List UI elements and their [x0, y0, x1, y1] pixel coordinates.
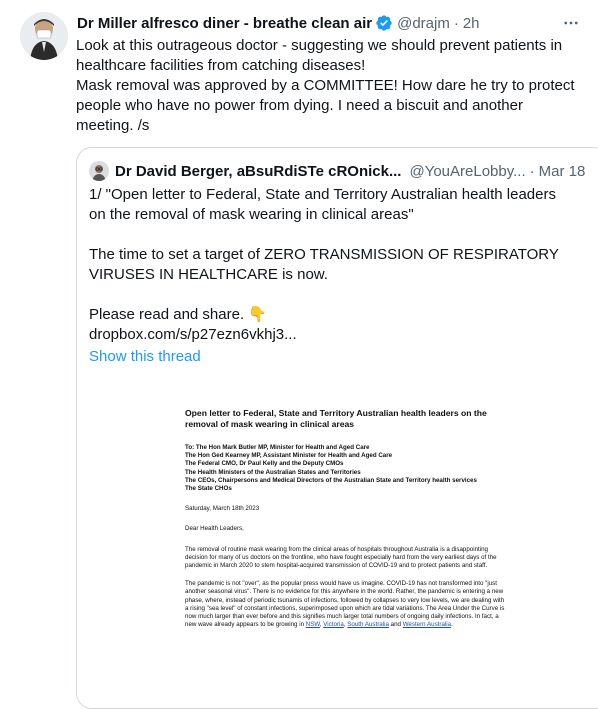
tweet-text: Look at this outrageous doctor - suggest…	[76, 36, 586, 136]
tweet-timestamp[interactable]: 2h	[463, 15, 480, 32]
tweet-text-line: meeting. /s	[76, 117, 150, 134]
recipient-line: The State CHOs	[185, 485, 232, 493]
recipient-line: The Federal CMO, Dr Paul Kelly and the D…	[185, 460, 344, 468]
quoted-header-separator: ·	[529, 162, 535, 180]
recipient-line: The CEOs, Chairpersons and Medical Direc…	[185, 476, 477, 484]
document-recipients: To: The Hon Mark Butler MP, Minister for…	[185, 444, 507, 493]
quoted-author-handle: @YouAreLobby...	[409, 162, 526, 180]
tweet[interactable]: Dr Miller alfresco diner - breathe clean…	[0, 0, 598, 709]
show-thread-link[interactable]: Show this thread	[89, 348, 201, 365]
more-horizontal-icon[interactable]	[560, 12, 582, 34]
document-link-victoria: Victoria	[323, 621, 344, 629]
author-display-name[interactable]: Dr Miller alfresco diner - breathe clean…	[77, 15, 372, 32]
document-link-south-australia: South Australia	[347, 621, 389, 629]
author-handle[interactable]: @drajm	[397, 15, 450, 32]
quoted-paragraph: 1/ "Open letter to Federal, State and Te…	[89, 186, 556, 223]
tweet-text-line: Mask removal was approved by a COMMITTEE…	[76, 77, 575, 94]
document-and-word: and	[390, 621, 401, 629]
document-title: Open letter to Federal, State and Territ…	[185, 408, 487, 429]
document-link-nsw: NSW	[305, 621, 320, 629]
document-paragraph: The removal of routine mask wearing from…	[185, 545, 497, 570]
verified-badge-icon	[375, 14, 393, 32]
author-avatar[interactable]	[20, 12, 68, 60]
recipient-line: The Health Ministers of the Australian S…	[185, 468, 361, 476]
tweet-text-line: healthcare facilities from catching dise…	[76, 57, 366, 74]
quoted-paragraph: The time to set a target of ZERO TRANSMI…	[89, 246, 559, 283]
quoted-tweet-header: Dr David Berger, aBsuRdiSTe cROnick... @…	[89, 160, 597, 182]
quoted-paragraph: Please read and share. 👇	[89, 306, 267, 323]
quoted-tweet-text: 1/ "Open letter to Federal, State and Te…	[89, 185, 569, 345]
dropbox-link[interactable]: dropbox.com/s/p27ezn6vkhj3...	[89, 325, 569, 345]
document-page: Open letter to Federal, State and Territ…	[185, 408, 507, 629]
quoted-author-display-name: Dr David Berger, aBsuRdiSTe cROnick...	[115, 162, 402, 180]
header-separator: ·	[453, 14, 459, 32]
tweet-header: Dr Miller alfresco diner - breathe clean…	[77, 12, 582, 34]
recipient-line: To: The Hon Mark Butler MP, Minister for…	[185, 444, 370, 451]
document-paragraph-text: The pandemic is not "over", as the popul…	[185, 580, 505, 629]
document-date: Saturday, March 18th 2023	[185, 505, 260, 513]
document-greeting: Dear Health Leaders,	[185, 525, 244, 533]
tweet-text-line: Look at this outrageous doctor - suggest…	[76, 37, 563, 54]
tweet-text-line: people who have no power from dying. I n…	[76, 97, 523, 114]
attached-document-image[interactable]: Open letter to Federal, State and Territ…	[77, 378, 598, 708]
document-end-period: .	[451, 621, 453, 629]
document-paragraph: The pandemic is not "over", as the popul…	[185, 580, 505, 629]
recipient-line: The Hon Ged Kearney MP, Assistant Minist…	[185, 452, 393, 460]
quoted-tweet[interactable]: Dr David Berger, aBsuRdiSTe cROnick... @…	[76, 147, 598, 709]
document-link-western-australia: Western Australia	[402, 621, 452, 629]
quoted-author-avatar	[89, 161, 109, 181]
quoted-tweet-timestamp: Mar 18	[538, 162, 586, 180]
